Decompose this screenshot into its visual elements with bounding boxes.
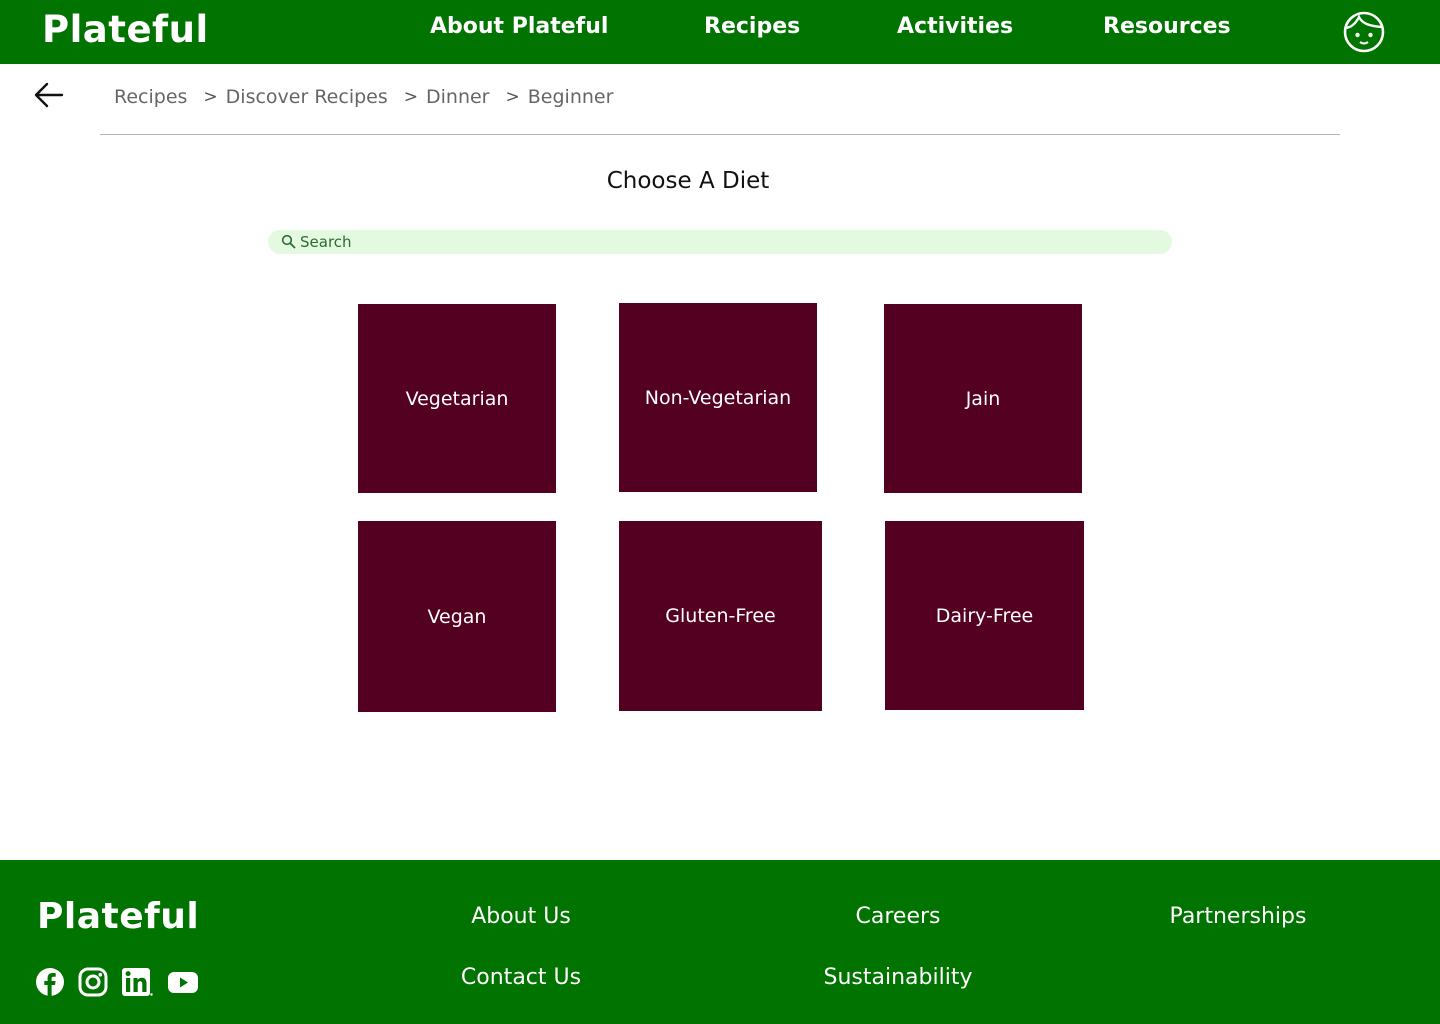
- facebook-icon[interactable]: [35, 967, 65, 997]
- nav-recipes[interactable]: Recipes: [704, 14, 800, 39]
- linkedin-icon[interactable]: [121, 967, 153, 997]
- footer-link-about-us[interactable]: About Us: [471, 904, 571, 929]
- search-bar[interactable]: [268, 230, 1172, 254]
- breadcrumb-beginner[interactable]: Beginner: [528, 86, 614, 108]
- search-icon: [281, 234, 297, 250]
- site-header: Plateful About Plateful Recipes Activiti…: [0, 0, 1440, 64]
- diet-card-gluten-free[interactable]: Gluten-Free: [619, 521, 822, 711]
- breadcrumb-dinner[interactable]: Dinner: [426, 86, 490, 108]
- diet-card-label: Jain: [965, 387, 1001, 410]
- nav-activities[interactable]: Activities: [897, 14, 1013, 39]
- nav-resources[interactable]: Resources: [1103, 14, 1231, 39]
- footer-link-partnerships[interactable]: Partnerships: [1170, 904, 1307, 929]
- page-title: Choose A Diet: [606, 168, 770, 194]
- diet-card-vegan[interactable]: Vegan: [358, 521, 556, 712]
- nav-about-plateful[interactable]: About Plateful: [430, 14, 608, 39]
- diet-card-label: Dairy-Free: [935, 604, 1034, 627]
- diet-card-jain[interactable]: Jain: [884, 304, 1082, 493]
- instagram-icon[interactable]: [78, 967, 108, 997]
- profile-face-icon[interactable]: [1342, 10, 1386, 54]
- footer-link-contact-us[interactable]: Contact Us: [461, 965, 581, 990]
- diet-card-label: Non-Vegetarian: [644, 386, 792, 409]
- diet-card-label: Vegetarian: [405, 387, 509, 410]
- site-footer: Plateful About Us Careers Partnerships C…: [0, 860, 1440, 1024]
- diet-card-dairy-free[interactable]: Dairy-Free: [885, 521, 1084, 710]
- arrow-left-icon[interactable]: [30, 79, 66, 111]
- breadcrumb: Recipes > Discover Recipes > Dinner > Be…: [114, 84, 613, 110]
- breadcrumb-recipes[interactable]: Recipes: [114, 86, 187, 108]
- search-input[interactable]: [300, 233, 1172, 251]
- diet-card-label: Gluten-Free: [665, 605, 776, 627]
- breadcrumb-separator: >: [505, 87, 520, 107]
- youtube-icon[interactable]: [167, 967, 199, 997]
- header-logo[interactable]: Plateful: [42, 8, 209, 51]
- breadcrumb-separator: >: [203, 87, 218, 107]
- breadcrumb-separator: >: [403, 87, 418, 107]
- breadcrumb-discover-recipes[interactable]: Discover Recipes: [226, 86, 388, 108]
- footer-link-careers[interactable]: Careers: [856, 904, 941, 929]
- footer-logo[interactable]: Plateful: [37, 896, 199, 937]
- breadcrumb-divider: [100, 134, 1340, 135]
- footer-link-sustainability[interactable]: Sustainability: [824, 965, 973, 990]
- diet-card-non-vegetarian[interactable]: Non-Vegetarian: [619, 303, 817, 492]
- diet-card-label: Vegan: [427, 605, 487, 628]
- diet-card-vegetarian[interactable]: Vegetarian: [358, 304, 556, 493]
